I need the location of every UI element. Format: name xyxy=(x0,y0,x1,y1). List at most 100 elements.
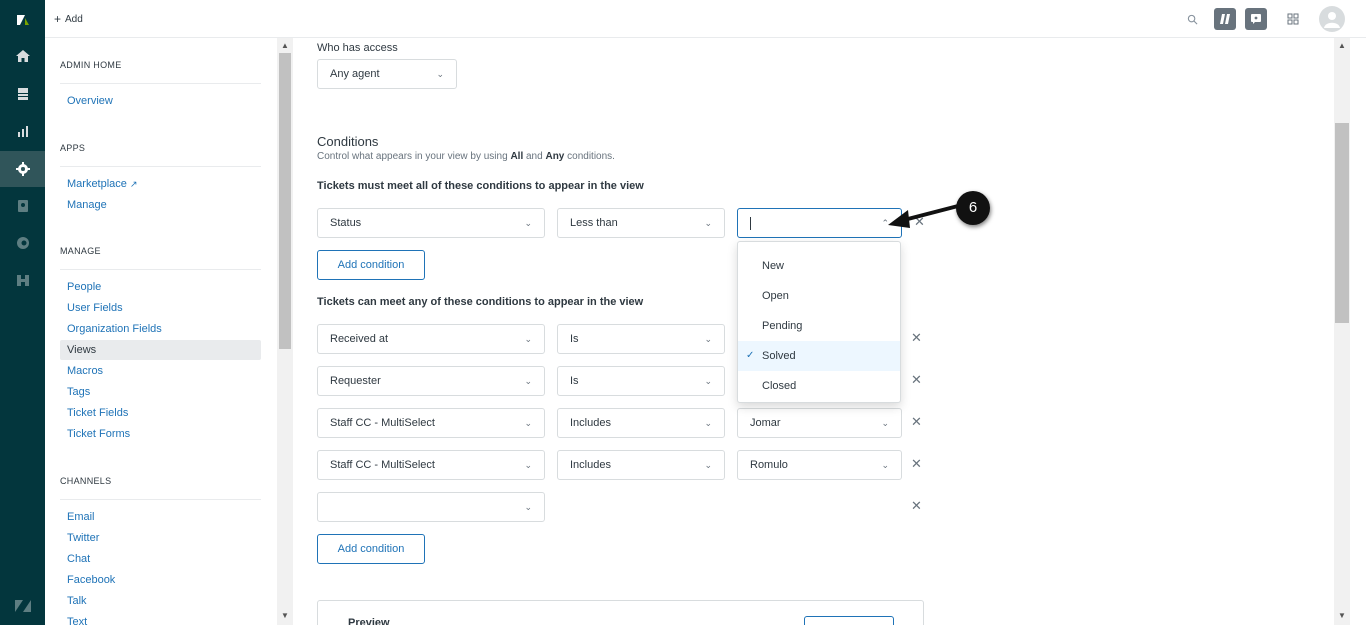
condition-value-select[interactable]: Romulo ⌄ xyxy=(737,450,902,480)
option-label: Solved xyxy=(762,350,796,362)
add-button[interactable]: + Add xyxy=(54,12,83,26)
apps-grid-icon[interactable] xyxy=(1282,8,1304,30)
scroll-up-arrow-icon[interactable]: ▲ xyxy=(1338,41,1346,50)
dropdown-option-closed[interactable]: Closed xyxy=(738,371,900,401)
remove-condition-icon[interactable]: ✕ xyxy=(911,456,922,472)
condition-field-select[interactable]: Staff CC - MultiSelect ⌄ xyxy=(317,450,545,480)
chevron-down-icon: ⌄ xyxy=(436,69,444,79)
preview-label: Preview xyxy=(348,617,390,625)
add-label: Add xyxy=(65,13,83,25)
reporting-icon[interactable] xyxy=(0,113,45,149)
sidebar-item-organization-fields[interactable]: Organization Fields xyxy=(67,323,162,335)
sidebar-item-email[interactable]: Email xyxy=(67,511,95,523)
condition-operator-select[interactable]: Less than ⌄ xyxy=(557,208,725,238)
explore-icon[interactable] xyxy=(0,262,45,298)
access-value: Any agent xyxy=(330,68,380,80)
avatar[interactable] xyxy=(1319,6,1345,32)
sidebar-item-facebook[interactable]: Facebook xyxy=(67,574,115,586)
condition-operator-select[interactable]: Is ⌄ xyxy=(557,324,725,354)
chevron-down-icon: ⌄ xyxy=(704,418,712,428)
zendesk-logo-icon[interactable] xyxy=(0,2,45,38)
sidebar-scrollbar-thumb[interactable] xyxy=(279,53,291,349)
annotation-callout: 6 xyxy=(956,191,990,225)
conversations-icon[interactable] xyxy=(1245,8,1267,30)
sidebar-item-text[interactable]: Text xyxy=(67,616,87,625)
dropdown-option-open[interactable]: Open xyxy=(738,281,900,311)
scroll-up-arrow-icon[interactable]: ▲ xyxy=(281,41,289,50)
preview-button[interactable] xyxy=(804,616,894,625)
remove-condition-icon[interactable]: ✕ xyxy=(911,372,922,388)
sidebar-item-tags[interactable]: Tags xyxy=(67,386,90,398)
chevron-down-icon: ⌄ xyxy=(524,460,532,470)
admin-sidebar: ADMIN HOME Overview APPS Marketplace ↗ M… xyxy=(45,38,277,625)
chevron-down-icon: ⌄ xyxy=(704,460,712,470)
condition-value-select[interactable]: Jomar ⌄ xyxy=(737,408,902,438)
field-value: Staff CC - MultiSelect xyxy=(330,459,435,471)
guide-icon[interactable] xyxy=(0,225,45,261)
remove-condition-icon[interactable]: ✕ xyxy=(911,498,922,514)
conditions-subtitle: Control what appears in your view by usi… xyxy=(317,151,615,162)
sidebar-item-people[interactable]: People xyxy=(67,281,101,293)
search-icon[interactable] xyxy=(1181,8,1203,30)
chevron-down-icon: ⌄ xyxy=(524,218,532,228)
condition-field-select[interactable]: ⌄ xyxy=(317,492,545,522)
section-title-apps: APPS xyxy=(60,143,86,153)
status-value-dropdown: New Open Pending ✓ Solved Closed xyxy=(737,241,901,403)
sidebar-item-overview[interactable]: Overview xyxy=(67,95,113,107)
knowledge-icon[interactable] xyxy=(0,188,45,224)
condition-field-select[interactable]: Received at ⌄ xyxy=(317,324,545,354)
sidebar-item-macros[interactable]: Macros xyxy=(67,365,103,377)
divider xyxy=(60,499,261,500)
dropdown-option-new[interactable]: New xyxy=(738,251,900,281)
condition-field-select[interactable]: Requester ⌄ xyxy=(317,366,545,396)
sidebar-item-manage-apps[interactable]: Manage xyxy=(67,199,107,211)
chevron-down-icon: ⌄ xyxy=(704,376,712,386)
sidebar-item-ticket-forms[interactable]: Ticket Forms xyxy=(67,428,130,440)
field-value: Status xyxy=(330,217,362,229)
divider xyxy=(60,83,261,84)
remove-condition-icon[interactable]: ✕ xyxy=(911,414,922,430)
remove-condition-icon[interactable]: ✕ xyxy=(911,330,922,346)
sidebar-item-ticket-fields[interactable]: Ticket Fields xyxy=(67,407,128,419)
page-scrollbar-thumb[interactable] xyxy=(1335,123,1349,323)
views-icon[interactable] xyxy=(0,76,45,112)
section-title-admin-home: ADMIN HOME xyxy=(60,60,122,70)
condition-value-select[interactable]: ⌃ xyxy=(737,208,902,238)
product-tray-icon[interactable] xyxy=(1214,8,1236,30)
divider xyxy=(60,269,261,270)
annotation-arrow-icon xyxy=(888,204,959,228)
scroll-down-arrow-icon[interactable]: ▼ xyxy=(1338,611,1346,620)
sidebar-item-twitter[interactable]: Twitter xyxy=(67,532,99,544)
dropdown-option-solved[interactable]: ✓ Solved xyxy=(738,341,900,371)
condition-operator-select[interactable]: Is ⌄ xyxy=(557,366,725,396)
add-condition-button[interactable]: Add condition xyxy=(317,534,425,564)
sidebar-item-talk[interactable]: Talk xyxy=(67,595,87,607)
sidebar-scrollbar[interactable]: ▲ ▼ xyxy=(277,38,293,625)
condition-field-select[interactable]: Status ⌄ xyxy=(317,208,545,238)
sidebar-item-user-fields[interactable]: User Fields xyxy=(67,302,123,314)
access-label: Who has access xyxy=(317,42,398,54)
chevron-down-icon: ⌄ xyxy=(524,376,532,386)
all-conditions-heading: Tickets must meet all of these condition… xyxy=(317,180,644,192)
plus-icon: + xyxy=(54,12,62,26)
add-condition-button[interactable]: Add condition xyxy=(317,250,425,280)
value-text: Jomar xyxy=(750,417,781,429)
operator-value: Includes xyxy=(570,459,611,471)
condition-operator-select[interactable]: Includes ⌄ xyxy=(557,450,725,480)
admin-gear-icon[interactable] xyxy=(0,151,45,187)
chevron-down-icon: ⌄ xyxy=(524,502,532,512)
sidebar-item-marketplace[interactable]: Marketplace ↗ xyxy=(67,178,138,190)
sidebar-item-chat[interactable]: Chat xyxy=(67,553,90,565)
sidebar-item-views[interactable]: Views xyxy=(67,344,96,356)
access-select[interactable]: Any agent ⌄ xyxy=(317,59,457,89)
operator-value: Is xyxy=(570,375,579,387)
condition-operator-select[interactable]: Includes ⌄ xyxy=(557,408,725,438)
chevron-down-icon: ⌄ xyxy=(881,418,889,428)
condition-field-select[interactable]: Staff CC - MultiSelect ⌄ xyxy=(317,408,545,438)
subtitle-text: Control what appears in your view by usi… xyxy=(317,151,511,162)
home-icon[interactable] xyxy=(0,38,45,74)
page-scrollbar[interactable]: ▲ ▼ xyxy=(1334,38,1366,625)
scroll-down-arrow-icon[interactable]: ▼ xyxy=(281,611,289,620)
preview-panel: Preview xyxy=(317,600,924,625)
dropdown-option-pending[interactable]: Pending xyxy=(738,311,900,341)
